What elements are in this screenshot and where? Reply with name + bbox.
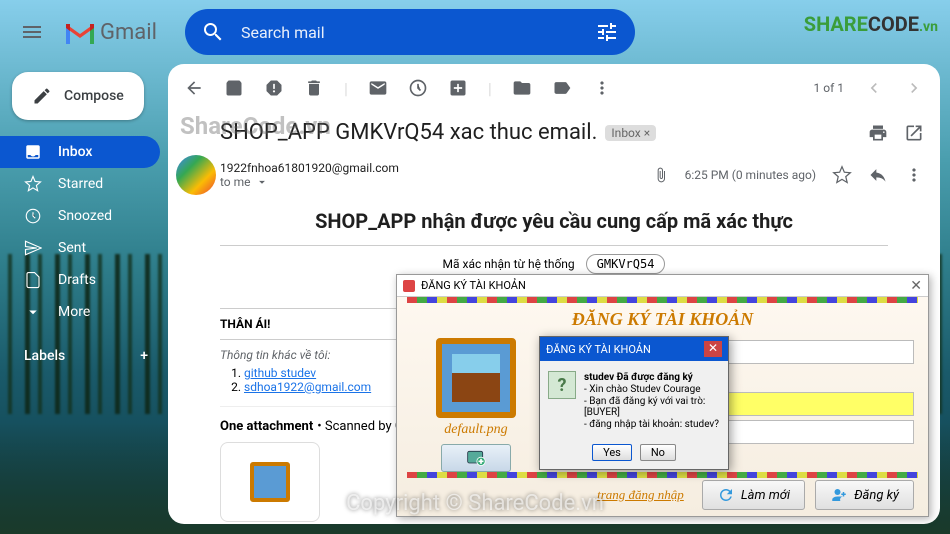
- email-toolbar: | | 1 of 1: [168, 64, 940, 112]
- sidebar-item-snoozed[interactable]: Snoozed: [0, 200, 160, 232]
- labels-header: Labels +: [0, 340, 160, 372]
- app-titlebar[interactable]: ĐĂNG KÝ TÀI KHOẢN ✕: [397, 275, 928, 297]
- star-icon: [24, 175, 42, 193]
- chevron-down-icon: [255, 175, 269, 189]
- default-image: [436, 338, 516, 418]
- sidebar-item-drafts[interactable]: Drafts: [0, 264, 160, 296]
- sidebar-item-inbox[interactable]: Inbox: [0, 136, 160, 168]
- labels-button[interactable]: [552, 78, 572, 98]
- timestamp: 6:25 PM (0 minutes ago): [685, 168, 816, 182]
- default-png-label: default.png: [411, 422, 541, 438]
- more-button[interactable]: [592, 78, 612, 98]
- image-plus-icon: [464, 448, 488, 468]
- dialog-yes-button[interactable]: Yes: [592, 444, 632, 461]
- dialog-close-button[interactable]: ✕: [704, 341, 722, 357]
- refresh-button[interactable]: Làm mới: [702, 480, 805, 510]
- compose-label: Compose: [64, 88, 124, 104]
- confirm-dialog: ĐĂNG KÝ TÀI KHOẢN ✕ ? studev Đã được đăn…: [539, 336, 729, 470]
- dialog-titlebar[interactable]: ĐĂNG KÝ TÀI KHOẢN ✕: [540, 337, 728, 361]
- sender-avatar: [176, 155, 216, 195]
- pencil-icon: [32, 86, 52, 106]
- popout-button[interactable]: [904, 123, 924, 143]
- add-label-button[interactable]: +: [140, 348, 148, 364]
- send-icon: [24, 239, 42, 257]
- hamburger-icon: [20, 20, 44, 44]
- image-picker-button[interactable]: [441, 444, 511, 472]
- snooze-button[interactable]: [408, 78, 428, 98]
- attachment-count: One attachment: [220, 419, 313, 434]
- gmail-m-icon: [64, 20, 96, 44]
- refresh-icon: [717, 486, 735, 504]
- reply-icon-button[interactable]: [868, 165, 888, 185]
- tune-icon[interactable]: [595, 20, 619, 44]
- file-icon: [24, 271, 42, 289]
- user-plus-icon: [830, 486, 848, 504]
- search-bar[interactable]: [185, 9, 635, 55]
- email-subject: SHOP_APP GMKVrQ54 xac thuc email. Inbox …: [168, 112, 868, 153]
- mark-unread-button[interactable]: [368, 78, 388, 98]
- star-button[interactable]: [832, 165, 852, 185]
- sidebar-item-starred[interactable]: Starred: [0, 168, 160, 200]
- dialog-no-button[interactable]: No: [640, 444, 676, 461]
- question-icon: ?: [548, 371, 576, 399]
- painting-icon: [250, 462, 290, 502]
- sharecode-logo: SHARECODE.vn: [804, 12, 938, 36]
- compose-button[interactable]: Compose: [12, 72, 144, 120]
- more-vert-button[interactable]: [904, 165, 924, 185]
- attachment-thumbnail[interactable]: [220, 442, 320, 522]
- sidebar: Compose Inbox Starred Snoozed Sent Draft…: [0, 64, 160, 372]
- spam-button[interactable]: [264, 78, 284, 98]
- to-line[interactable]: to me: [220, 175, 399, 189]
- body-title: SHOP_APP nhận được yêu cầu cung cấp mã x…: [220, 209, 888, 233]
- sender-email: 1922fnhoa61801920@gmail.com: [220, 161, 399, 175]
- inbox-tag[interactable]: Inbox ×: [605, 125, 656, 141]
- back-button[interactable]: [184, 78, 204, 98]
- attachment-icon: [653, 167, 669, 183]
- delete-button[interactable]: [304, 78, 324, 98]
- verify-code: GMKVrQ54: [586, 254, 666, 274]
- gmail-text: Gmail: [100, 20, 157, 45]
- email-meta: 1922fnhoa61801920@gmail.com to me 6:25 P…: [168, 153, 940, 197]
- app-icon: [403, 280, 415, 292]
- app-title: ĐĂNG KÝ TÀI KHOẢN: [411, 309, 914, 330]
- dialog-message: studev Đã được đăng ký - Xin chào Studev…: [584, 371, 720, 431]
- archive-button[interactable]: [224, 78, 244, 98]
- sidebar-item-sent[interactable]: Sent: [0, 232, 160, 264]
- sidebar-item-more[interactable]: More: [0, 296, 160, 328]
- app-close-button[interactable]: ✕: [910, 278, 922, 294]
- login-link[interactable]: trang đăng nhập: [597, 487, 684, 503]
- page-info: 1 of 1: [814, 81, 844, 95]
- search-icon: [201, 20, 225, 44]
- add-task-button[interactable]: [448, 78, 468, 98]
- link-email[interactable]: sdhoa1922@gmail.com: [244, 380, 371, 394]
- register-button[interactable]: Đăng ký: [815, 480, 914, 510]
- main-menu-button[interactable]: [8, 8, 56, 56]
- next-button[interactable]: [904, 78, 924, 98]
- print-button[interactable]: [868, 123, 888, 143]
- clock-icon: [24, 207, 42, 225]
- gmail-header: Gmail SHARECODE.vn: [0, 0, 950, 64]
- link-github[interactable]: github studev: [244, 366, 316, 380]
- inbox-icon: [24, 143, 42, 161]
- gmail-logo[interactable]: Gmail: [64, 20, 157, 45]
- chevron-down-icon: [24, 303, 42, 321]
- verify-line: Mã xác nhận từ hệ thống GMKVrQ54: [220, 254, 888, 274]
- prev-button[interactable]: [864, 78, 884, 98]
- search-input[interactable]: [241, 23, 579, 42]
- move-to-button[interactable]: [512, 78, 532, 98]
